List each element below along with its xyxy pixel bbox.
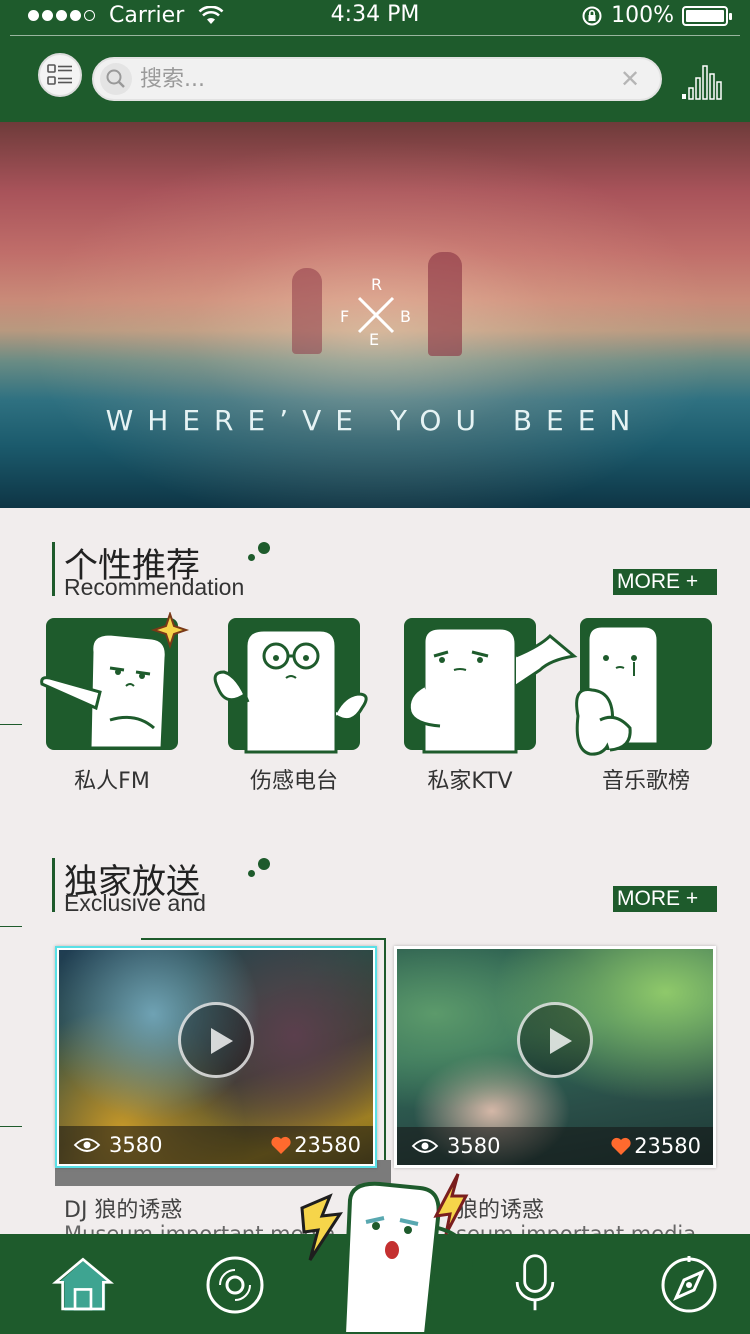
banner-logo-right: B <box>400 307 411 326</box>
rec-tile <box>213 618 368 754</box>
banner-logo-left: F <box>340 307 350 326</box>
mascot-character[interactable] <box>300 1168 490 1334</box>
recommend-accent-bar <box>52 542 55 596</box>
heart-icon[interactable] <box>610 1136 632 1156</box>
views-stat: 3580 <box>411 1134 500 1158</box>
status-right: 100% <box>581 3 732 28</box>
likes-stat: 23580 <box>610 1134 701 1158</box>
banner-figure-right <box>428 252 462 356</box>
banner-title: WHERE’VE YOU BEEN <box>105 404 645 437</box>
exclusive-more-button[interactable]: MORE + <box>613 886 717 912</box>
search-input[interactable] <box>140 66 610 92</box>
banner[interactable]: R F B E WHERE’VE YOU BEEN <box>0 122 750 508</box>
side-divider <box>0 1126 22 1127</box>
video-thumbnail: 3580 23580 <box>59 950 373 1164</box>
video-card[interactable]: 3580 23580 <box>394 946 716 1168</box>
side-divider <box>0 724 22 725</box>
rec-item-private-ktv[interactable]: 私家KTV <box>404 618 578 794</box>
mic-icon[interactable] <box>504 1252 566 1314</box>
rec-item-music-chart[interactable]: 音乐歌榜 <box>575 618 720 794</box>
rec-item-private-fm[interactable]: 私人FM <box>40 612 190 794</box>
clear-icon[interactable]: ✕ <box>610 65 650 93</box>
views-count: 3580 <box>447 1134 501 1158</box>
exclusive-subtitle: Exclusive and <box>64 890 206 916</box>
recommend-subtitle: Recommendation <box>64 574 245 600</box>
side-divider <box>0 926 22 927</box>
list-icon <box>47 64 72 85</box>
battery-icon <box>682 5 732 26</box>
video-stats-bar: 3580 23580 <box>59 1126 373 1164</box>
rec-label: 伤感电台 <box>249 769 338 794</box>
video-card[interactable]: 3580 23580 <box>55 946 377 1168</box>
likes-count: 23580 <box>294 1133 361 1157</box>
video-stats-bar: 3580 23580 <box>397 1127 713 1165</box>
rec-tile <box>575 618 712 756</box>
video-thumbnail: 3580 23580 <box>397 949 713 1165</box>
views-count: 3580 <box>109 1133 163 1157</box>
eye-icon <box>411 1139 439 1153</box>
exclusive-dots-icon <box>246 858 270 880</box>
rec-label: 私家KTV <box>427 769 513 794</box>
views-stat: 3580 <box>73 1133 162 1157</box>
eye-icon <box>73 1138 101 1152</box>
rec-label: 音乐歌榜 <box>601 769 690 794</box>
banner-figure-left <box>292 268 322 354</box>
disc-icon[interactable] <box>204 1254 266 1316</box>
recommend-header: 个性推荐 Recommendation <box>52 542 312 602</box>
recommend-more-button[interactable]: MORE + <box>613 569 717 595</box>
heart-icon[interactable] <box>270 1135 292 1155</box>
equalizer-icon[interactable] <box>680 62 722 100</box>
exclusive-accent-bar <box>52 858 55 912</box>
play-icon[interactable] <box>517 1001 593 1078</box>
battery-percent: 100% <box>611 3 674 28</box>
banner-logo: R F B E <box>336 275 416 349</box>
rotation-lock-icon <box>582 6 602 25</box>
compass-icon[interactable] <box>658 1254 720 1316</box>
likes-stat: 23580 <box>270 1133 361 1157</box>
header: Carrier 4:34 PM 100% 搜索... ✕ <box>0 0 750 122</box>
rec-tile <box>404 618 578 754</box>
play-icon[interactable] <box>178 1001 254 1078</box>
home-icon[interactable] <box>52 1254 114 1316</box>
menu-button[interactable] <box>38 53 82 97</box>
card-title: DJ 狼的诱惑 <box>64 1198 183 1223</box>
search-box[interactable]: ✕ <box>92 57 662 101</box>
search-icon <box>100 63 132 95</box>
status-divider <box>10 35 740 36</box>
banner-logo-bottom: E <box>369 330 380 349</box>
rec-item-sad-radio[interactable]: 伤感电台 <box>213 618 368 794</box>
status-bar: Carrier 4:34 PM 100% <box>0 0 750 34</box>
banner-logo-top: R <box>371 275 383 294</box>
rec-label: 私人FM <box>74 769 150 794</box>
recommend-dots-icon <box>246 542 270 564</box>
likes-count: 23580 <box>634 1134 701 1158</box>
rec-tile <box>40 612 190 750</box>
